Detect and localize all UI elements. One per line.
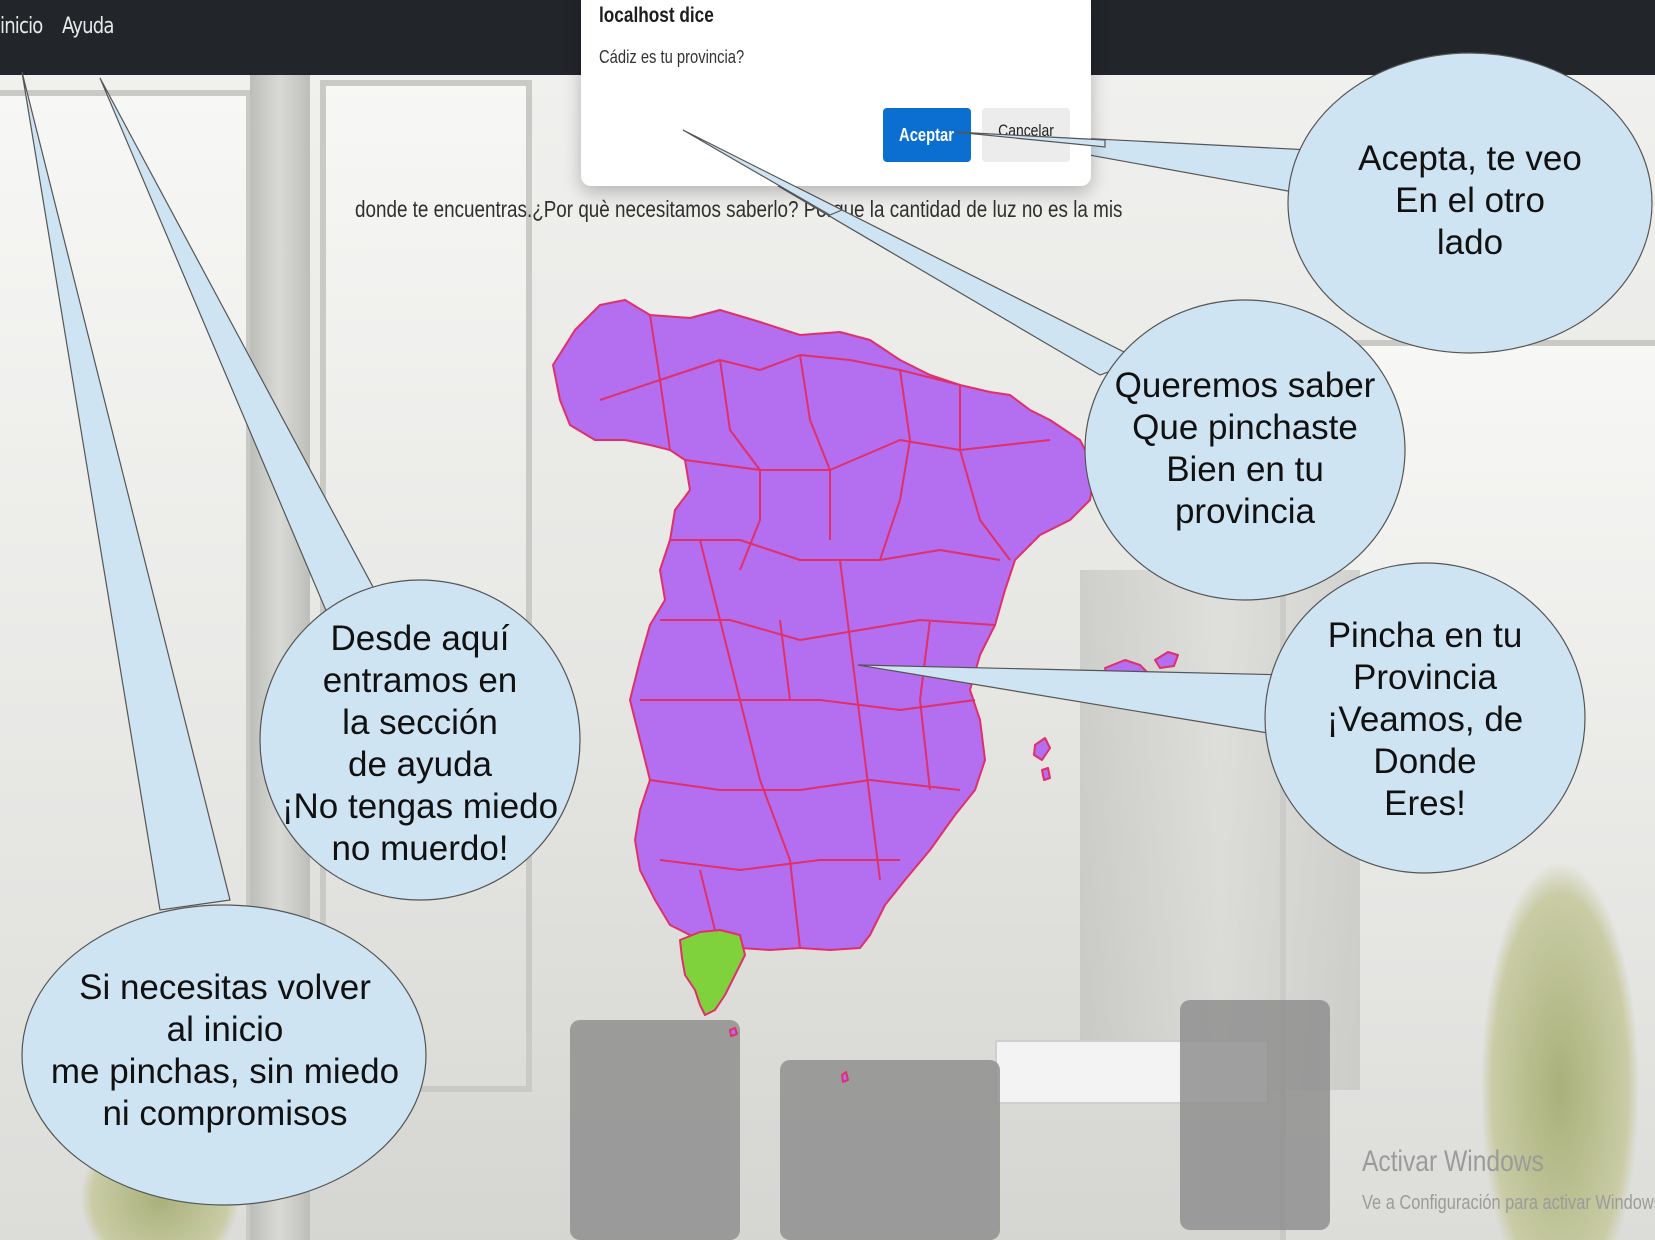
callout-click-line: Donde <box>1373 742 1477 781</box>
callout-home-line: al inicio <box>166 1010 284 1049</box>
callout-home-text: Si necesitas volver al inicio me pinchas… <box>30 967 420 1135</box>
callout-click-line: Provincia <box>1353 658 1497 697</box>
dialog-message: Cádiz es tu provincia? <box>599 47 745 67</box>
callout-help-line: no muerdo! <box>331 829 509 868</box>
island-ibiza[interactable] <box>1033 737 1051 761</box>
dialog-cancel-button[interactable]: Cancelar <box>982 108 1070 162</box>
callout-click-text: Pincha en tu Provincia ¡Veamos, de Donde… <box>1265 615 1585 825</box>
province-cadiz[interactable] <box>679 929 746 1016</box>
callout-province-line: Queremos saber <box>1114 366 1376 405</box>
island-formentera[interactable] <box>1041 767 1051 781</box>
callout-click-line: Pincha en tu <box>1327 616 1523 655</box>
callout-accept-line: lado <box>1436 223 1504 262</box>
callout-help-pointer <box>99 77 381 621</box>
dialog-ok-label: Aceptar <box>899 125 955 145</box>
callout-help-line: ¡No tengas miedo <box>281 787 559 826</box>
dialog-title: localhost dice <box>599 4 714 27</box>
callout-accept-line: Acepta, te veo <box>1358 139 1582 178</box>
watermark-subtitle: Ve a Configuración para activar Windows <box>1362 1192 1655 1214</box>
callout-home-line: ni compromisos <box>102 1094 348 1133</box>
alert-dialog: localhost dice Cádiz es tu provincia? Ac… <box>581 0 1091 186</box>
callout-home-pointer <box>21 71 231 911</box>
callout-province-line: Bien en tu <box>1166 450 1324 489</box>
callout-click-line: ¡Veamos, de <box>1326 700 1524 739</box>
callout-help-line: la sección <box>342 703 498 742</box>
dialog-ok-button[interactable]: Aceptar <box>883 108 971 162</box>
callout-help-line: entramos en <box>322 661 518 700</box>
dialog-cancel-label: Cancelar <box>998 121 1054 140</box>
watermark-title: Activar Windows <box>1362 1145 1544 1178</box>
callout-click-line: Eres! <box>1384 784 1466 823</box>
callout-help-text: Desde aquí entramos en la sección de ayu… <box>260 618 580 870</box>
island-menorca[interactable] <box>1154 651 1179 669</box>
callout-province-line: Que pinchaste <box>1132 408 1358 447</box>
callout-province-line: provincia <box>1174 492 1316 531</box>
callout-home-line: Si necesitas volver <box>79 968 371 1007</box>
callout-help-line: Desde aquí <box>330 619 510 658</box>
callout-province-text: Queremos saber Que pinchaste Bien en tu … <box>1085 365 1405 533</box>
island-melilla[interactable] <box>841 1071 849 1083</box>
callout-help-line: de ayuda <box>347 745 493 784</box>
callout-accept-text: Acepta, te veo En el otro lado <box>1300 138 1640 264</box>
callout-accept-line: En el otro <box>1395 181 1545 220</box>
callout-home-line: me pinchas, sin miedo <box>50 1052 400 1091</box>
island-ceuta[interactable] <box>729 1027 738 1037</box>
